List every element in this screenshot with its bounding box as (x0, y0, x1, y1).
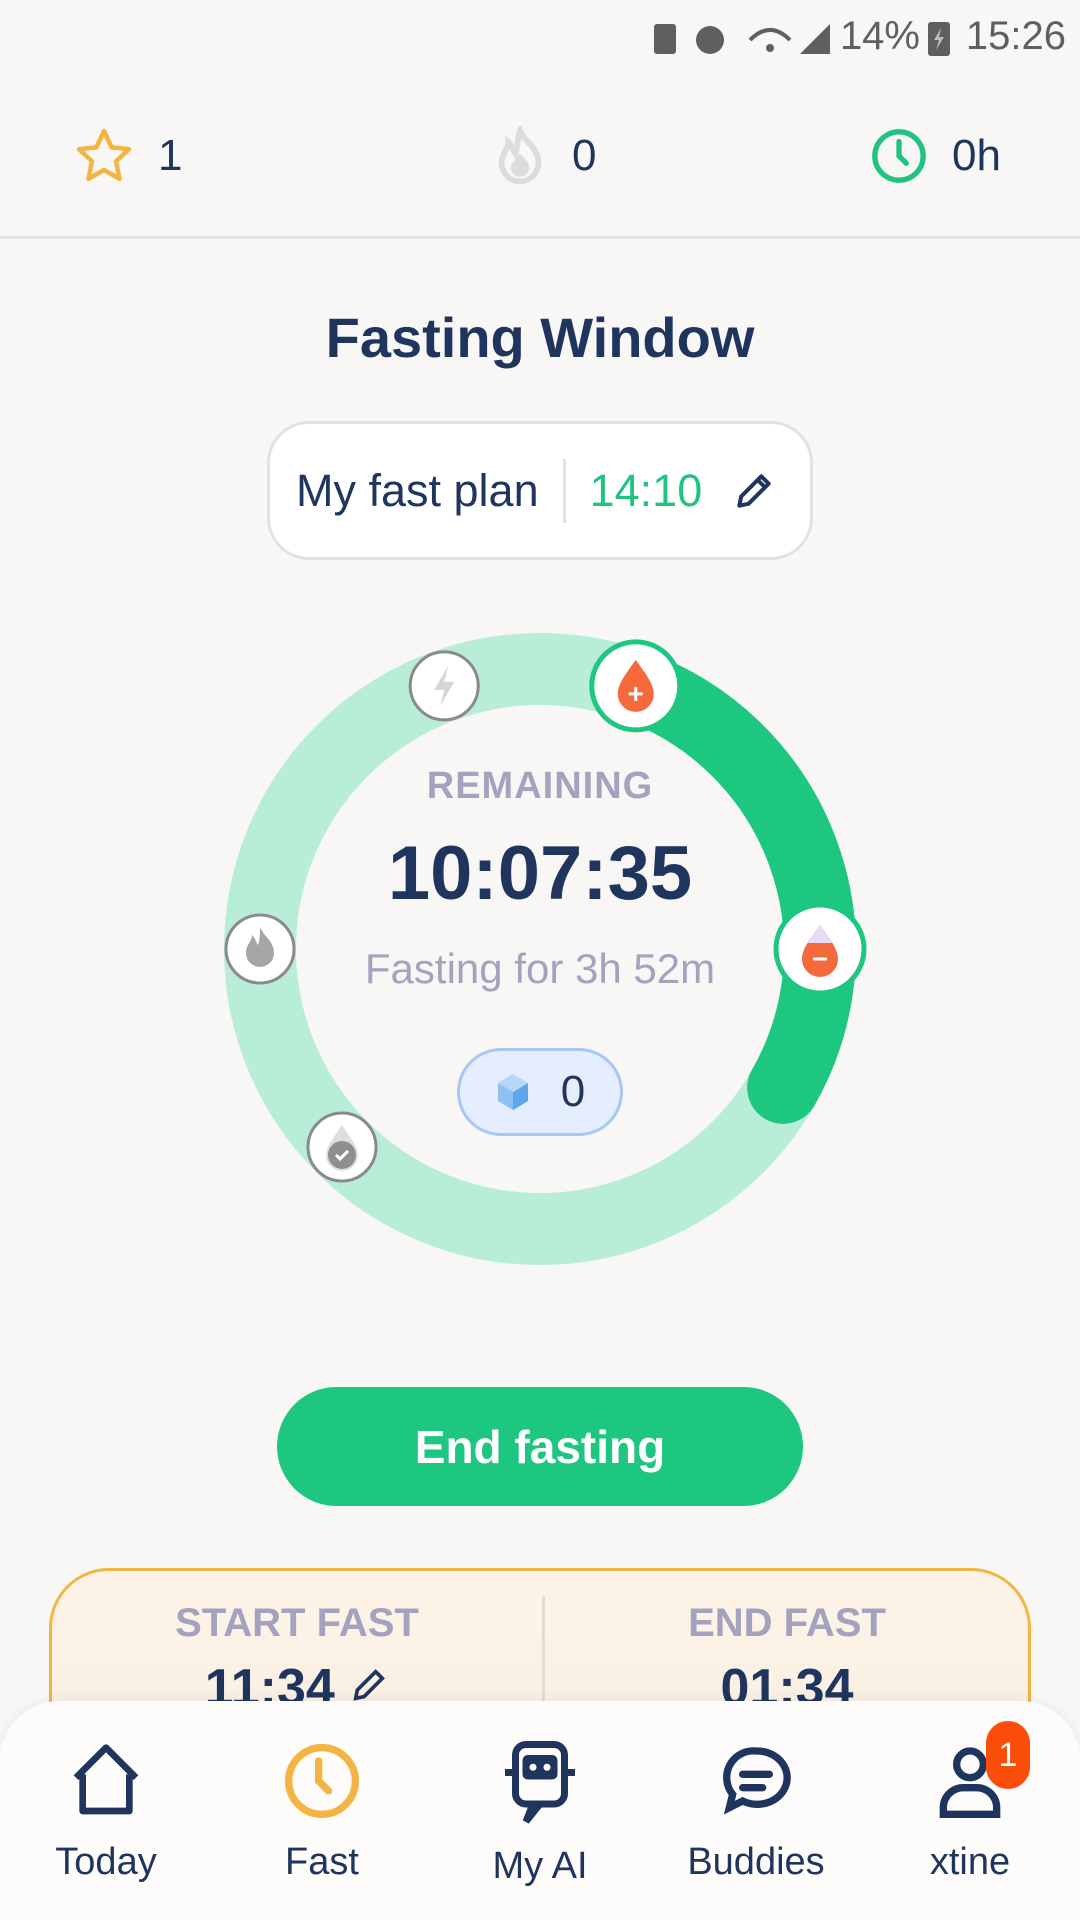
fasting-duration: Fasting for 3h 52m (364, 945, 716, 992)
nav-label: Today (55, 1841, 157, 1883)
stars-stat[interactable]: 1 (74, 126, 182, 186)
clock-time: 15:26 (965, 14, 1066, 58)
plan-value: 14:10 (589, 464, 703, 516)
nav-label: My AI (492, 1845, 588, 1887)
header-divider (0, 236, 1080, 239)
hours-stat[interactable]: 0h (870, 126, 1001, 186)
fast-plan-button[interactable]: My fast plan 14:10 (267, 421, 813, 560)
bottom-nav: Today Fast My AI Buddies 1 xtine (0, 1701, 1080, 1920)
nav-label: xtine (929, 1841, 1011, 1883)
battery-saver-icon (654, 24, 676, 54)
remaining-timer: 10:07:35 (387, 831, 693, 916)
end-fasting-button[interactable]: End fasting (277, 1387, 803, 1506)
stars-count: 1 (158, 131, 183, 180)
plan-divider (562, 458, 566, 523)
notification-badge: 1 (986, 1721, 1030, 1789)
nav-label: Fast (285, 1841, 359, 1883)
alarm-icon (696, 26, 724, 54)
signal-icon (800, 24, 830, 54)
normal-state-marker[interactable] (306, 1111, 378, 1183)
nav-today[interactable]: Today (6, 1741, 206, 1884)
battery-percent: 14% (839, 14, 920, 58)
gems-pill[interactable]: 0 (457, 1048, 623, 1136)
flame-icon (498, 126, 542, 185)
start-fast-label: START FAST (175, 1601, 419, 1645)
hours-count: 0h (952, 131, 1001, 180)
battery-charging-icon (928, 22, 950, 56)
clock-icon (285, 1744, 359, 1818)
nav-my-ai[interactable]: My AI (440, 1741, 640, 1888)
robot-icon (505, 1741, 575, 1824)
pencil-icon[interactable] (349, 1665, 389, 1705)
status-bar: 14% 15:26 (0, 0, 1080, 76)
nav-buddies[interactable]: Buddies (656, 1741, 856, 1884)
chat-icon (723, 1747, 791, 1815)
energy-marker[interactable] (408, 650, 480, 722)
nav-fast[interactable]: Fast (222, 1741, 422, 1884)
star-icon (76, 128, 132, 181)
page-title: Fasting Window (325, 306, 755, 369)
pencil-icon[interactable] (732, 469, 776, 513)
clock-icon (872, 129, 926, 183)
nav-label: Buddies (687, 1841, 825, 1883)
streak-stat[interactable]: 0 (492, 126, 596, 186)
nav-profile[interactable]: 1 xtine (870, 1721, 1070, 1884)
streak-count: 0 (572, 131, 597, 180)
gems-count: 0 (560, 1067, 586, 1116)
home-icon (73, 1744, 139, 1815)
wifi-icon (748, 28, 792, 42)
gem-icon (497, 1074, 528, 1110)
status-icons (654, 24, 830, 54)
remaining-label: REMAINING (426, 765, 654, 807)
blood-sugar-rise-marker[interactable] (589, 639, 683, 733)
plan-label: My fast plan (296, 464, 539, 516)
end-fast-label: END FAST (688, 1601, 886, 1645)
